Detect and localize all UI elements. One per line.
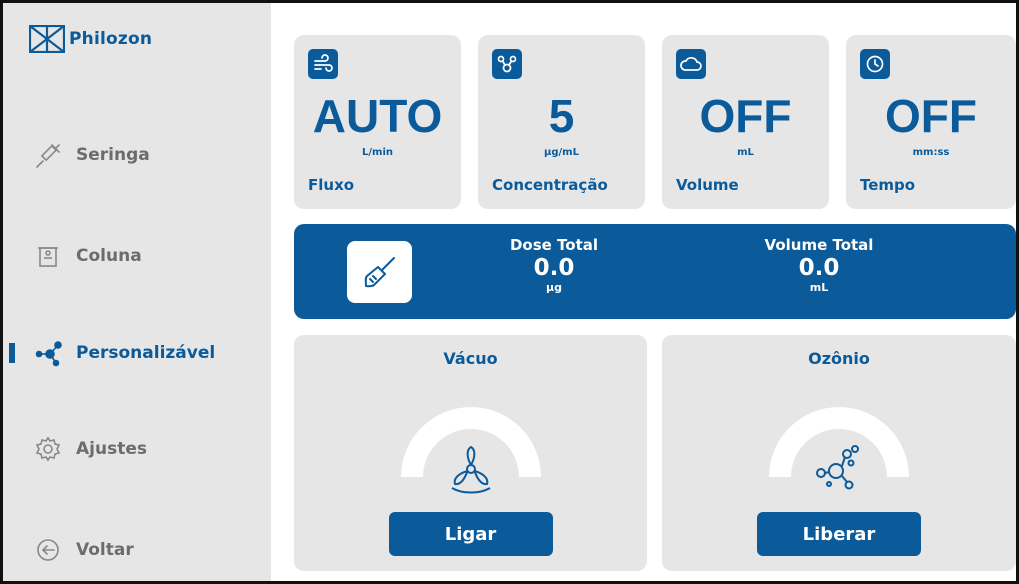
molecule-icon	[492, 49, 522, 79]
dose-total-value: 0.0	[533, 255, 575, 281]
fan-icon	[441, 439, 501, 499]
dose-total-title: Dose Total	[509, 236, 599, 254]
sidebar: Philozon Seringa Coluna Personalizável A…	[3, 3, 271, 581]
dose-total: Dose Total 0.0 µg	[474, 236, 634, 294]
clock-icon	[860, 49, 890, 79]
volume-total-title: Volume Total	[764, 236, 874, 254]
customizable-icon	[33, 339, 63, 367]
app-window: Philozon Seringa Coluna Personalizável A…	[0, 0, 1019, 584]
syringe-icon	[33, 141, 63, 169]
wind-icon	[308, 49, 338, 79]
gear-icon	[33, 435, 63, 463]
stat-label: Fluxo	[308, 176, 355, 194]
stat-card-tempo[interactable]: OFF mm:ss Tempo	[846, 35, 1016, 209]
dose-total-unit: µg	[546, 281, 562, 294]
sidebar-item-coluna[interactable]: Coluna	[3, 236, 271, 276]
bubbles-icon	[809, 439, 869, 499]
stat-unit: mm:ss	[912, 147, 950, 158]
totals-panel: Dose Total 0.0 µg Volume Total 0.0 mL	[294, 224, 1016, 319]
ozone-card: Ozônio Liberar	[662, 335, 1016, 571]
sidebar-item-label: Seringa	[76, 145, 150, 165]
sidebar-item-label: Voltar	[76, 540, 134, 560]
cloud-icon	[676, 49, 706, 79]
stat-value: OFF	[885, 90, 977, 142]
column-icon	[33, 242, 63, 270]
brush-icon	[364, 257, 395, 288]
sidebar-item-personalizavel[interactable]: Personalizável	[3, 333, 271, 373]
sidebar-item-label: Coluna	[76, 246, 142, 266]
philozon-logo-icon	[29, 25, 65, 53]
stat-value: AUTO	[312, 90, 443, 142]
stat-label: Volume	[676, 176, 739, 194]
stat-card-volume[interactable]: OFF mL Volume	[662, 35, 829, 209]
brand-name: Philozon	[69, 29, 153, 49]
sidebar-item-ajustes[interactable]: Ajustes	[3, 429, 271, 469]
stat-unit: µg/mL	[544, 147, 579, 158]
volume-total-value: 0.0	[798, 255, 840, 281]
sidebar-item-label: Ajustes	[76, 439, 147, 459]
stat-unit: L/min	[362, 147, 393, 158]
volume-total: Volume Total 0.0 mL	[739, 236, 899, 294]
stat-card-concentracao[interactable]: 5 µg/mL Concentração	[478, 35, 645, 209]
stat-label: Tempo	[860, 176, 916, 194]
sidebar-item-voltar[interactable]: Voltar	[3, 530, 271, 570]
back-arrow-icon	[33, 536, 63, 564]
stat-value: 5	[548, 90, 575, 142]
vacuum-card: Vácuo Ligar	[294, 335, 647, 571]
stat-card-fluxo[interactable]: AUTO L/min Fluxo	[294, 35, 461, 209]
vacuum-on-button[interactable]: Ligar	[388, 512, 553, 556]
active-indicator	[9, 343, 15, 363]
clean-button[interactable]	[347, 241, 412, 303]
stat-unit: mL	[737, 147, 754, 158]
brand-logo: Philozon	[29, 25, 152, 53]
volume-total-unit: mL	[809, 281, 829, 294]
sidebar-item-seringa[interactable]: Seringa	[3, 135, 271, 175]
stat-label: Concentração	[492, 176, 608, 194]
sidebar-item-label: Personalizável	[76, 343, 216, 363]
vacuum-title: Vácuo	[443, 349, 498, 368]
stat-value: OFF	[699, 90, 792, 142]
ozone-title: Ozônio	[808, 349, 870, 368]
ozone-release-button[interactable]: Liberar	[757, 512, 921, 556]
